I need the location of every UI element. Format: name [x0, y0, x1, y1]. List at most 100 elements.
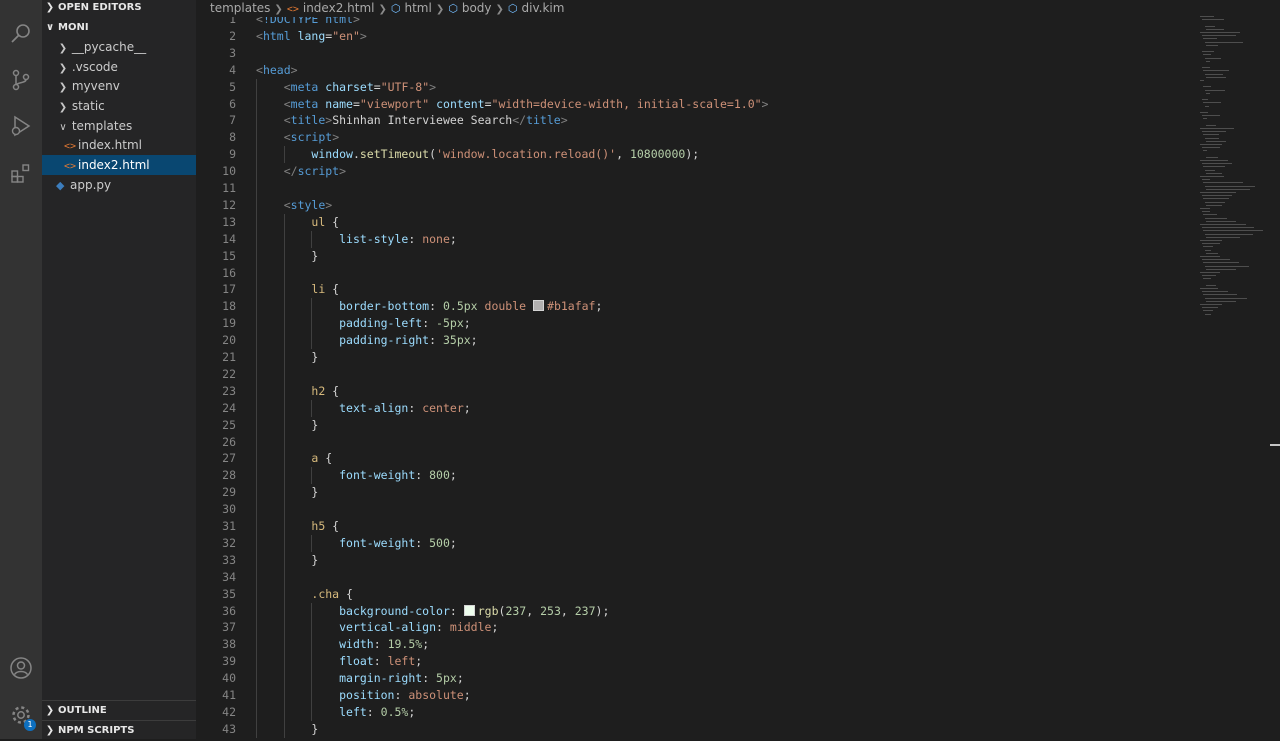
code-token: { [325, 519, 340, 533]
source-control-icon[interactable] [8, 67, 34, 93]
line-number: 5 [229, 79, 236, 94]
minimap-line [1200, 128, 1234, 129]
breadcrumb-item-div[interactable]: div.kim [522, 1, 565, 15]
code-line: } [256, 248, 318, 265]
npm-scripts-header[interactable]: ❯ NPM SCRIPTS [42, 721, 196, 741]
chevron-right-icon: ❯ [495, 4, 504, 15]
extensions-icon[interactable] [8, 160, 34, 186]
tree-item-index2-html[interactable]: <> index2.html [42, 155, 196, 175]
tree-item-static[interactable]: ❯ static [42, 96, 196, 116]
line-number: 22 [222, 366, 236, 381]
code-token: { [318, 451, 333, 466]
breadcrumb-item-file[interactable]: index2.html [303, 1, 375, 15]
outline-label: OUTLINE [58, 705, 107, 716]
minimap-line [1201, 19, 1224, 21]
minimap[interactable] [1200, 16, 1280, 316]
code-editor[interactable]: 1 2 3 4 5 6 7 8 9 10 11 12 13 14 15 16 17 18 19 20 21 22 23 24 2… [196, 0, 1280, 739]
line-number: 11 [222, 181, 236, 195]
color-swatch-icon[interactable] [533, 300, 545, 312]
tree-item-templates[interactable]: ∨ templates [42, 116, 196, 136]
code-token: 800 [429, 468, 450, 483]
code-token: "width=device-width, initial-scale=1.0" [491, 96, 762, 111]
line-number: 29 [222, 485, 236, 500]
code-token: } [311, 485, 319, 500]
code-token: title [526, 113, 561, 128]
minimap-line [1201, 99, 1208, 101]
code-token: > [325, 197, 333, 212]
line-number: 40 [222, 671, 236, 686]
line-number: 32 [222, 535, 236, 550]
tree-item-vscode[interactable]: ❯ .vscode [42, 57, 196, 77]
code-token: "UTF-8" [380, 79, 430, 94]
minimap-line [1203, 150, 1207, 152]
code-line: li { [256, 281, 339, 298]
breadcrumb-item-html[interactable]: html [404, 1, 431, 15]
code-token: absolute [408, 688, 464, 702]
run-debug-icon[interactable] [8, 113, 34, 139]
minimap-line [1200, 288, 1218, 289]
color-swatch-icon[interactable] [463, 604, 475, 616]
code-token: 5px [436, 671, 457, 686]
folder-header[interactable]: ∨ MONI [42, 18, 196, 38]
minimap-line [1203, 278, 1211, 280]
code-token: charset [325, 79, 374, 94]
code-line: font-weight: 500; [256, 535, 457, 552]
open-editors-header[interactable]: ❯ OPEN EDITORS [42, 0, 196, 18]
line-number: 36 [222, 603, 236, 618]
minimap-line [1200, 240, 1222, 241]
tree-item-label: index2.html [78, 158, 150, 172]
code-token: : [373, 637, 388, 652]
code-token: left [387, 654, 416, 669]
line-number: 23 [222, 383, 236, 398]
minimap-line [1204, 41, 1243, 43]
tree-item-pycache[interactable]: ❯ __pycache__ [42, 37, 196, 57]
code-token: { [325, 214, 340, 229]
minimap-line [1201, 211, 1210, 213]
line-number: 35 [222, 586, 236, 601]
minimap-line [1203, 118, 1207, 120]
account-icon[interactable] [8, 655, 34, 681]
code-token: 253 [540, 603, 561, 618]
code-token: > [761, 96, 769, 111]
tree-item-app-py[interactable]: ◆ app.py [42, 175, 196, 195]
line-number: 4 [229, 62, 236, 77]
minimap-line [1206, 268, 1236, 270]
line-number: 8 [229, 130, 236, 145]
tree-item-index-html[interactable]: <> index.html [42, 135, 196, 155]
code-token: none [422, 231, 450, 246]
outline-header[interactable]: ❯ OUTLINE [42, 701, 196, 721]
settings-gear-icon[interactable]: 1 [8, 702, 36, 731]
code-token: { [325, 282, 340, 297]
code-line: } [256, 484, 318, 501]
minimap-line [1201, 67, 1210, 69]
code-token: meta [290, 96, 319, 111]
breadcrumb-item-body[interactable]: body [462, 1, 492, 15]
chevron-right-icon: ❯ [45, 725, 55, 736]
code-line: window.setTimeout('window.location.reloa… [256, 146, 699, 163]
minimap-line [1201, 227, 1254, 229]
minimap-line [1200, 144, 1222, 145]
tree-item-myvenv[interactable]: ❯ myvenv [42, 76, 196, 96]
code-line: background-color: rgb(237, 253, 237); [256, 603, 609, 620]
minimap-line [1203, 198, 1229, 200]
code-token: lang [297, 28, 326, 43]
code-token: } [311, 721, 319, 736]
code-token: list-style [339, 231, 409, 246]
search-icon[interactable] [8, 21, 34, 47]
minimap-line [1204, 137, 1219, 139]
code-token: < [283, 113, 291, 128]
minimap-line [1203, 230, 1263, 232]
breadcrumb-item-templates[interactable]: templates [210, 1, 270, 15]
line-number: 27 [222, 451, 236, 466]
minimap-line [1204, 73, 1223, 75]
line-number: 12 [222, 197, 236, 212]
line-number: 13 [222, 214, 236, 229]
line-number: 14 [222, 231, 236, 246]
code-token: : [429, 299, 443, 314]
